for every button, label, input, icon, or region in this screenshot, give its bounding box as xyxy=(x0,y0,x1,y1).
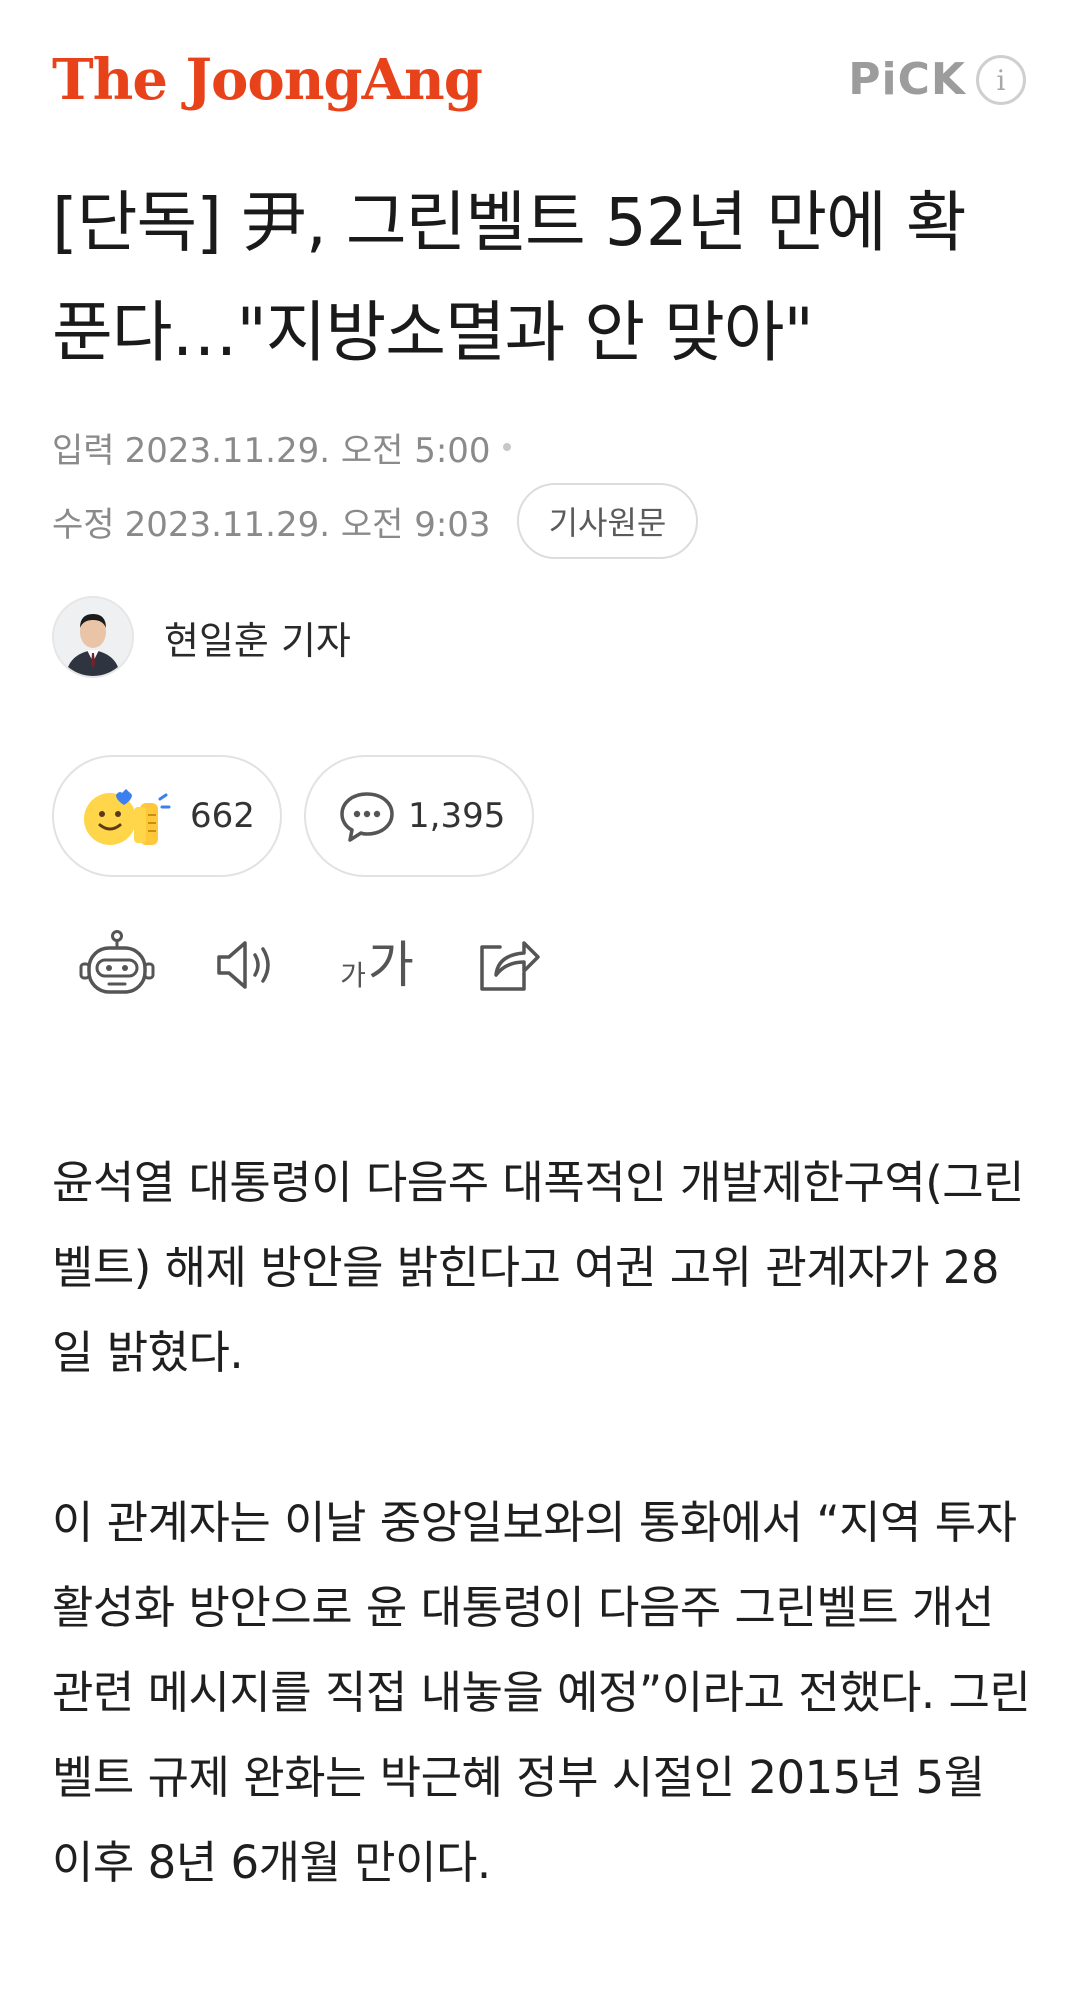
pick-badge: PiCK i xyxy=(848,52,1026,108)
summary-button[interactable] xyxy=(72,920,162,1010)
separator-dot xyxy=(502,443,511,451)
author[interactable]: 현일훈 기자 xyxy=(52,592,351,682)
font-size-small: 가 xyxy=(340,959,366,992)
article-toolbar: 가가 xyxy=(72,920,592,1010)
share-icon xyxy=(480,941,540,991)
modified-label: 수정 xyxy=(52,504,115,545)
paragraph-2: 이 관계자는 이날 중앙일보와의 통화에서 “지역 투자 활성화 방안으로 윤 … xyxy=(52,1496,1031,1889)
pick-logo: PiCK xyxy=(848,54,966,105)
reactions: 662 1,395 xyxy=(52,755,534,877)
brand-logo[interactable]: The JoongAng xyxy=(52,40,483,120)
comment-button[interactable]: 1,395 xyxy=(304,755,534,877)
speaker-icon xyxy=(217,941,270,989)
article-body: 윤석열 대통령이 다음주 대폭적인 개발제한구역(그린벨트) 해제 방안을 밝힌… xyxy=(52,1140,1032,1990)
author-avatar xyxy=(52,596,134,678)
header: The JoongAng PiCK i xyxy=(0,0,1074,160)
font-size-button[interactable]: 가가 xyxy=(332,920,422,1010)
article-meta: 입력 2023.11.29. 오전 5:00 수정 2023.11.29. 오전… xyxy=(52,410,1012,559)
comment-bubble-icon xyxy=(340,792,394,842)
original-article-button[interactable]: 기사원문 xyxy=(516,483,699,559)
avatar-portrait-icon xyxy=(54,598,132,676)
comment-count: 1,395 xyxy=(408,796,506,836)
author-name: 현일훈 기자 xyxy=(164,618,351,663)
info-icon[interactable]: i xyxy=(976,55,1026,105)
font-size-large: 가 xyxy=(367,936,414,994)
published-date: 2023.11.29. 오전 5:00 xyxy=(124,430,491,471)
share-button[interactable] xyxy=(462,920,552,1010)
like-button[interactable]: 662 xyxy=(52,755,282,877)
like-emoji-icon xyxy=(84,789,171,845)
text-to-speech-button[interactable] xyxy=(202,920,292,1010)
paragraph-1: 윤석열 대통령이 다음주 대폭적인 개발제한구역(그린벨트) 해제 방안을 밝힌… xyxy=(52,1156,1025,1379)
published-row: 입력 2023.11.29. 오전 5:00 xyxy=(52,410,1012,484)
font-size-icon: 가가 xyxy=(340,940,414,990)
published-label: 입력 xyxy=(52,430,115,471)
modified-row: 수정 2023.11.29. 오전 9:03 기사원문 xyxy=(52,483,1012,559)
modified-date: 2023.11.29. 오전 9:03 xyxy=(124,504,491,545)
article-page: The JoongAng PiCK i [단독] 尹, 그린벨트 52년 만에 … xyxy=(0,0,1074,1978)
robot-summary-icon xyxy=(79,930,155,994)
like-count: 662 xyxy=(190,796,255,836)
headline: [단독] 尹, 그린벨트 52년 만에 확 푼다…"지방소멸과 안 맞아" xyxy=(52,184,967,371)
